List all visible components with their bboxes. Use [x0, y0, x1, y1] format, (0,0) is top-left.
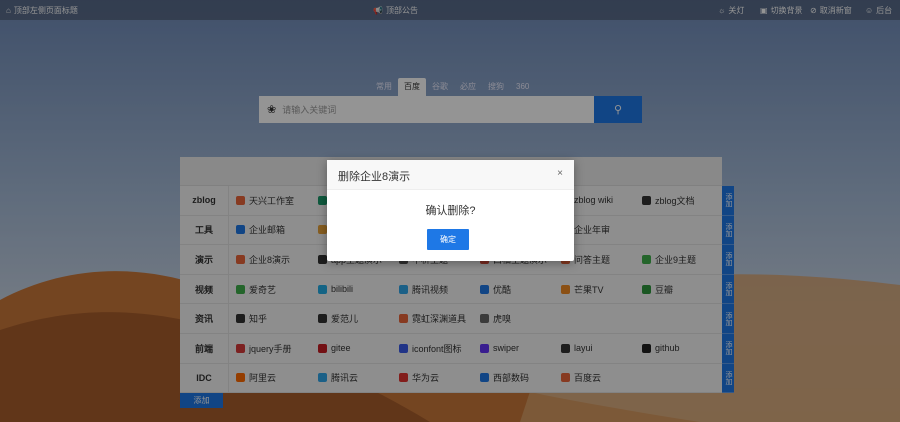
delete-confirm-dialog: 删除企业8演示 × 确认删除? 确定: [327, 160, 574, 261]
close-icon[interactable]: ×: [557, 168, 563, 179]
dialog-message: 确认删除?: [425, 205, 476, 217]
confirm-button[interactable]: 确定: [427, 229, 469, 250]
dialog-header: 删除企业8演示 ×: [327, 160, 574, 190]
dialog-title: 删除企业8演示: [338, 171, 411, 183]
